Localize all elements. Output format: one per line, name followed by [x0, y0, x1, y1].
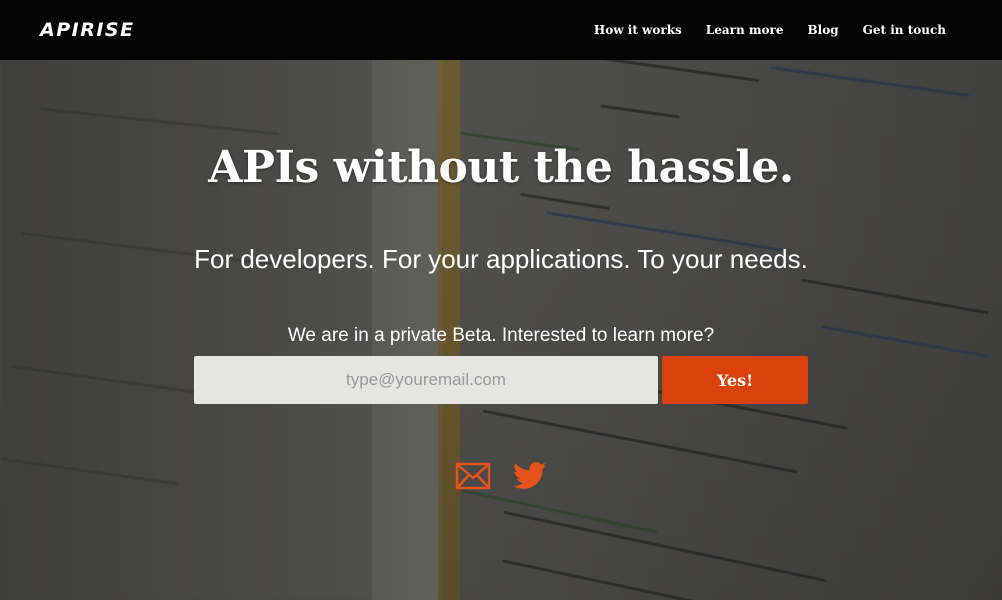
mail-icon	[455, 462, 491, 490]
hero-section: APIs without the hassle. For developers.…	[0, 60, 1002, 600]
nav-link-get-in-touch[interactable]: Get in touch	[863, 23, 946, 37]
email-input[interactable]	[194, 356, 658, 404]
twitter-link[interactable]	[513, 462, 547, 494]
hero-tagline: For developers. For your applications. T…	[194, 244, 808, 274]
top-navbar: APIRISE How it works Learn more Blog Get…	[0, 0, 1002, 60]
nav-link-blog[interactable]: Blog	[808, 23, 839, 37]
hero-headline: APIs without the hassle.	[208, 142, 794, 193]
beta-invite-text: We are in a private Beta. Interested to …	[287, 325, 715, 346]
submit-yes-button[interactable]: Yes!	[662, 356, 808, 404]
brand-logo[interactable]: APIRISE	[40, 19, 135, 41]
nav-links: How it works Learn more Blog Get in touc…	[594, 23, 946, 37]
nav-link-how-it-works[interactable]: How it works	[594, 23, 682, 37]
landing-page: APIRISE How it works Learn more Blog Get…	[0, 0, 1002, 600]
social-links	[455, 462, 547, 494]
twitter-icon	[513, 462, 547, 489]
mail-link[interactable]	[455, 462, 491, 494]
nav-link-learn-more[interactable]: Learn more	[706, 23, 784, 37]
email-signup-form: Yes!	[194, 356, 808, 404]
